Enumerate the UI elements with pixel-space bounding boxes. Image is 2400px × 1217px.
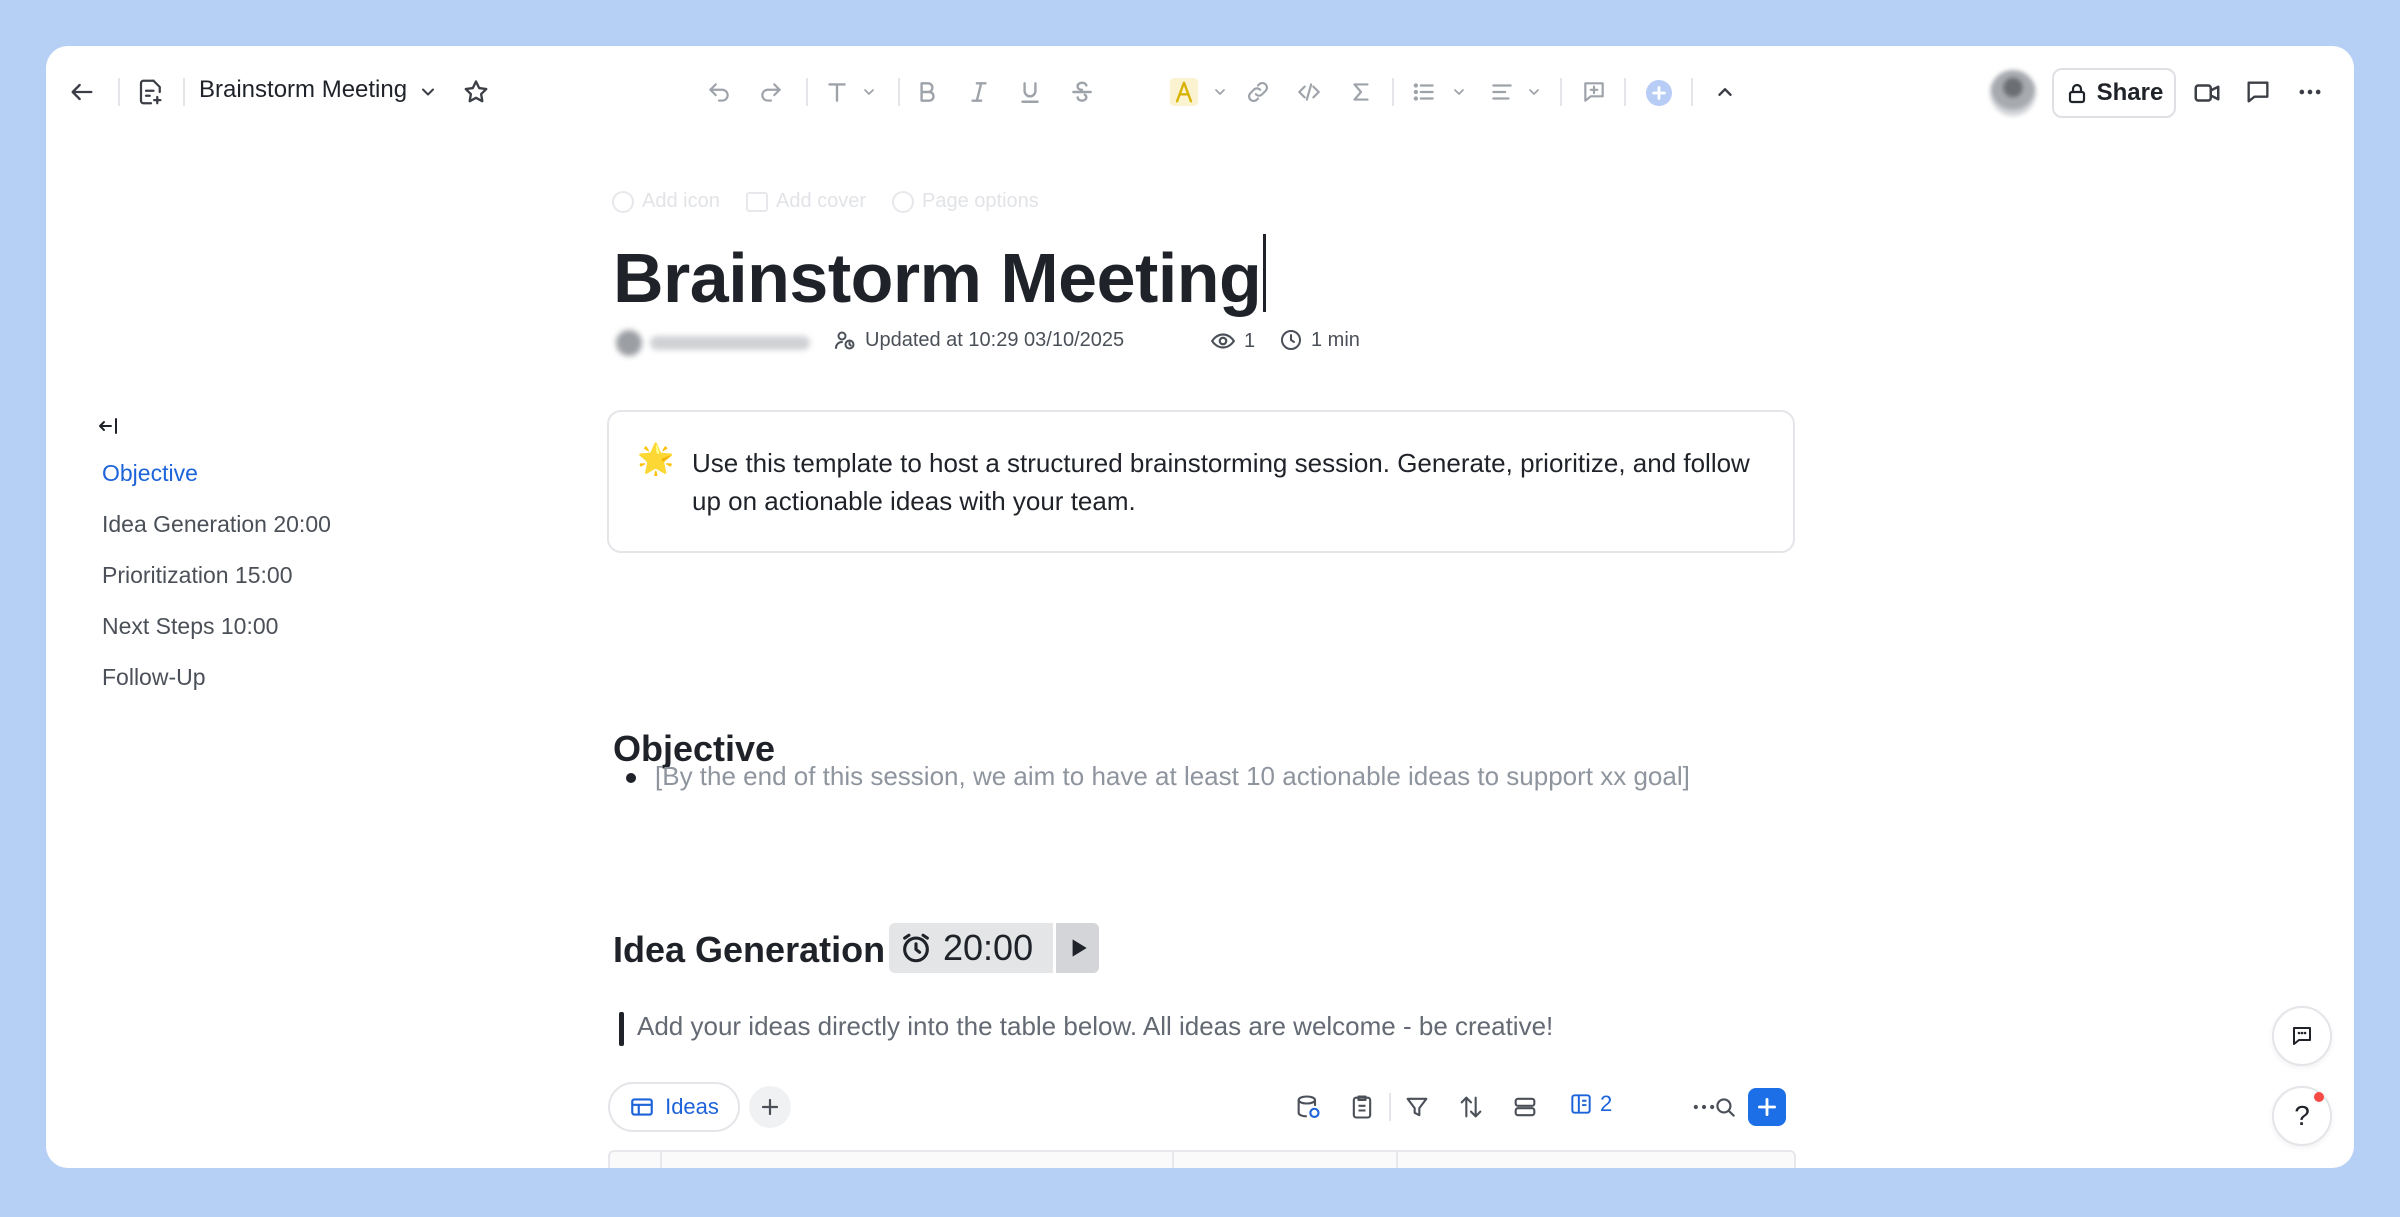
- share-label: Share: [2096, 79, 2164, 106]
- app-window: Brainstorm Meeting Share Objective Idea …: [46, 46, 2354, 1168]
- clock-icon: [1279, 328, 1303, 352]
- add-icon-option[interactable]: Add icon: [612, 190, 720, 213]
- question-icon: ?: [2294, 1100, 2310, 1131]
- document-icon[interactable]: [136, 77, 166, 107]
- user-avatar[interactable]: [1990, 70, 2036, 116]
- chevron-down-icon[interactable]: [1212, 84, 1228, 100]
- back-arrow-icon[interactable]: [68, 78, 96, 106]
- top-toolbar: Brainstorm Meeting Share: [46, 46, 2354, 138]
- table-header-row: [608, 1150, 1796, 1168]
- chevron-down-icon[interactable]: [418, 82, 438, 102]
- collapse-outline-icon[interactable]: [96, 414, 120, 438]
- bullet-list-icon[interactable]: [1411, 79, 1437, 105]
- view-tab-ideas[interactable]: Ideas: [608, 1082, 740, 1132]
- eye-icon: [1210, 328, 1236, 354]
- outline-item-prioritization[interactable]: Prioritization 15:00: [102, 562, 293, 589]
- page-options-option[interactable]: Page options: [892, 190, 1039, 213]
- page-title[interactable]: Brainstorm Meeting: [613, 234, 1267, 318]
- code-icon[interactable]: [1296, 79, 1322, 105]
- insert-icon[interactable]: [1646, 80, 1672, 106]
- filter-icon[interactable]: [1403, 1093, 1431, 1121]
- underline-icon[interactable]: [1017, 79, 1043, 105]
- heading-idea-generation: Idea Generation: [613, 929, 886, 970]
- fields-icon: [1568, 1091, 1594, 1117]
- image-icon: [746, 191, 768, 212]
- plus-icon: [761, 1098, 779, 1116]
- outline-item-follow-up[interactable]: Follow-Up: [102, 664, 206, 691]
- callout-text: Use this template to host a structured b…: [692, 448, 1750, 516]
- quote-text[interactable]: Add your ideas directly into the table b…: [637, 1011, 1553, 1042]
- search-icon[interactable]: [1712, 1094, 1738, 1120]
- database-icon[interactable]: [1294, 1093, 1322, 1121]
- add-comment-icon[interactable]: [1581, 79, 1607, 105]
- timer-value: 20:00: [943, 927, 1034, 968]
- fields-button[interactable]: 2: [1568, 1091, 1612, 1117]
- outline-item-objective[interactable]: Objective: [102, 460, 198, 487]
- play-icon: [1072, 939, 1087, 957]
- smile-icon: [612, 190, 634, 213]
- feedback-icon: [2293, 1027, 2311, 1045]
- updated-info[interactable]: Updated at 10:29 03/10/2025: [833, 328, 1124, 352]
- author-info: [616, 328, 816, 358]
- outline-item-next-steps[interactable]: Next Steps 10:00: [102, 613, 278, 640]
- objective-bullet-text[interactable]: [By the end of this session, we aim to h…: [655, 761, 1690, 792]
- equation-icon[interactable]: [1348, 79, 1374, 105]
- undo-icon[interactable]: [706, 80, 732, 106]
- align-icon[interactable]: [1489, 79, 1515, 105]
- clipboard-icon[interactable]: [1348, 1093, 1376, 1121]
- highlight-icon[interactable]: [1170, 78, 1198, 106]
- share-button[interactable]: Share: [2052, 68, 2176, 118]
- bold-icon[interactable]: [914, 79, 940, 105]
- chevron-down-icon[interactable]: [1526, 84, 1542, 100]
- add-view-button[interactable]: [749, 1086, 791, 1128]
- outline-item-idea-generation[interactable]: Idea Generation 20:00: [102, 511, 331, 538]
- group-icon[interactable]: [1511, 1093, 1539, 1121]
- play-button[interactable]: [1053, 923, 1099, 973]
- chevron-down-icon[interactable]: [861, 84, 877, 100]
- gear-icon: [892, 190, 914, 213]
- redo-icon[interactable]: [758, 80, 784, 106]
- bullet-point: [626, 773, 636, 783]
- notification-dot: [2314, 1092, 2324, 1102]
- doc-title[interactable]: Brainstorm Meeting: [199, 76, 407, 104]
- help-button[interactable]: ?: [2272, 1086, 2332, 1146]
- link-icon[interactable]: [1245, 79, 1271, 105]
- chevron-up-icon[interactable]: [1714, 81, 1736, 103]
- star-icon[interactable]: [462, 78, 490, 106]
- feedback-button[interactable]: [2272, 1006, 2332, 1066]
- more-icon[interactable]: [2296, 78, 2324, 106]
- add-cover-option[interactable]: Add cover: [746, 190, 866, 213]
- views-count[interactable]: 1: [1210, 328, 1255, 354]
- quote-bar: [619, 1012, 624, 1046]
- text-style-icon[interactable]: [824, 79, 850, 105]
- add-record-button[interactable]: [1748, 1088, 1786, 1126]
- lock-icon: [2065, 81, 2089, 105]
- callout-block[interactable]: 🌟 Use this template to host a structured…: [607, 410, 1795, 553]
- video-icon[interactable]: [2192, 78, 2222, 108]
- strikethrough-icon[interactable]: [1069, 79, 1095, 105]
- timer-widget[interactable]: 20:00: [889, 923, 1099, 973]
- alarm-clock-icon: [899, 931, 933, 965]
- read-time: 1 min: [1279, 328, 1360, 352]
- comment-icon[interactable]: [2244, 78, 2272, 106]
- sort-icon[interactable]: [1457, 1093, 1485, 1121]
- table-icon: [629, 1094, 655, 1120]
- star-emoji-icon[interactable]: 🌟: [637, 442, 674, 477]
- user-clock-icon: [833, 328, 857, 352]
- text-cursor: [1263, 234, 1267, 312]
- chevron-down-icon[interactable]: [1451, 84, 1467, 100]
- italic-icon[interactable]: [966, 79, 992, 105]
- plus-icon: [1758, 1098, 1776, 1116]
